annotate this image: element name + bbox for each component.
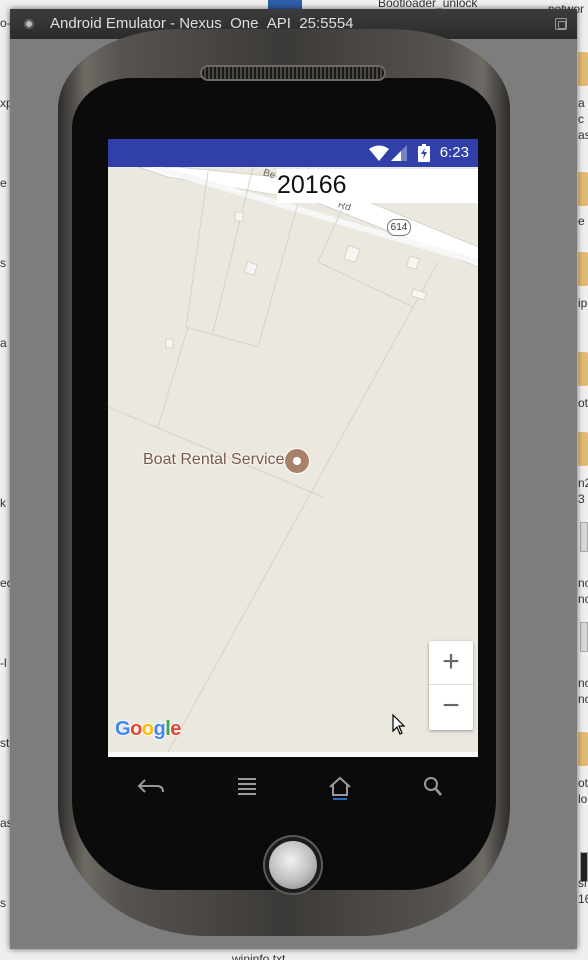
back-icon[interactable] xyxy=(133,770,173,804)
mouse-cursor-icon xyxy=(392,714,406,735)
desktop-text-fragment: st xyxy=(0,736,10,750)
desktop-text-fragment: s xyxy=(0,896,6,910)
desktop-text-fragment: n2 xyxy=(578,476,588,490)
desktop-text-fragment: k xyxy=(0,496,6,510)
trackball[interactable] xyxy=(269,841,317,889)
desktop-folder-icon[interactable] xyxy=(578,252,588,286)
desktop-folder-icon[interactable] xyxy=(578,432,588,466)
desktop-text-fragment: no xyxy=(578,676,588,690)
poi-label[interactable]: Boat Rental Service xyxy=(143,451,284,469)
screen-bottom-strip xyxy=(108,752,478,757)
wifi-icon xyxy=(369,145,389,161)
desktop-text-fragment: -l xyxy=(0,656,7,670)
road-shield: 614 xyxy=(387,219,411,236)
zoom-controls: + − xyxy=(429,641,473,730)
desktop-text-fragment: no xyxy=(578,576,588,590)
desktop-text-fragment: no xyxy=(578,692,588,706)
home-icon[interactable] xyxy=(320,770,360,804)
google-logo: Google xyxy=(115,718,181,740)
desktop-text-fragment: 16 xyxy=(578,892,588,906)
desktop-text-fragment: ot xyxy=(578,776,588,790)
desktop-text-fragment: as xyxy=(578,128,588,142)
desktop-text-fragment: c xyxy=(578,112,584,126)
desktop-text-fragment: 3 xyxy=(578,492,585,506)
status-time: 6:23 xyxy=(439,144,469,161)
desktop-text-fragment: a xyxy=(578,96,585,110)
map-view[interactable]: Be Rd 614 20166 Boat Rental Service + − … xyxy=(108,167,478,752)
desktop-text-fragment: ip xyxy=(578,296,588,310)
zip-code-text: 20166 xyxy=(277,171,347,199)
device-screen[interactable]: Be Rd 614 20166 Boat Rental Service + − … xyxy=(108,139,478,757)
desktop-folder-icon[interactable] xyxy=(578,732,588,766)
menu-icon[interactable] xyxy=(227,770,267,804)
desktop-folder-icon[interactable] xyxy=(578,52,588,86)
desktop-file-icon[interactable] xyxy=(580,522,588,552)
desktop-text-fragment: lo xyxy=(578,792,588,806)
speaker-grille xyxy=(202,67,384,79)
status-bar: 6:23 xyxy=(108,139,478,167)
search-icon[interactable] xyxy=(413,770,453,804)
desktop-folder-icon[interactable] xyxy=(578,352,588,386)
window-close-button[interactable] xyxy=(24,19,34,29)
desktop-text-fragment: a xyxy=(0,336,7,350)
zoom-in-button[interactable]: + xyxy=(429,641,473,685)
zip-code-box: 20166 xyxy=(277,169,478,203)
poi-pin-icon[interactable] xyxy=(285,449,309,473)
desktop-text-fragment: ot xyxy=(578,396,588,410)
desktop-text-fragment: nc xyxy=(578,592,588,606)
desktop-text-fragment: e xyxy=(578,214,585,228)
desktop-folder-icon[interactable] xyxy=(578,172,588,206)
signal-icon xyxy=(391,145,407,161)
desktop-text-fragment: si xyxy=(578,876,587,890)
desktop-text-fragment: wininfo.txt xyxy=(232,952,286,960)
desktop-text-fragment: e xyxy=(0,176,7,190)
desktop-text-fragment: s xyxy=(0,256,6,270)
desktop-file-icon[interactable] xyxy=(580,622,588,652)
zoom-out-button[interactable]: − xyxy=(429,686,473,730)
battery-icon xyxy=(418,144,430,162)
window-maximize-button[interactable] xyxy=(555,18,567,30)
